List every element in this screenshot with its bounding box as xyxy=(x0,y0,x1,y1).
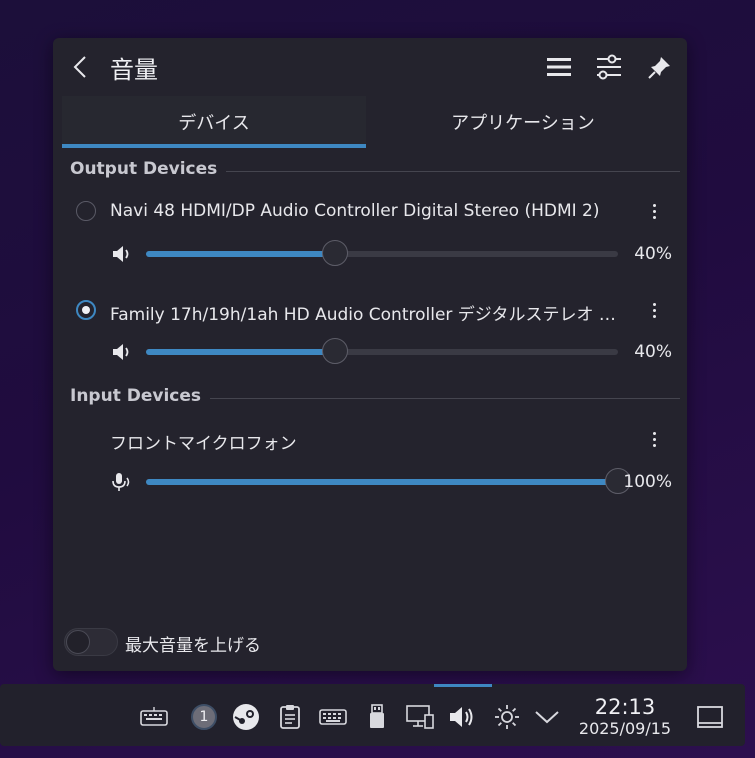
keyboard-layout-icon[interactable] xyxy=(318,702,348,732)
output-device-2-name: Family 17h/19h/1ah HD Audio Controller デ… xyxy=(110,305,620,325)
volume-popup: 音量 デバイス アプリケーション Output Devices Navi 48 … xyxy=(53,38,687,671)
expand-tray-icon[interactable] xyxy=(532,702,562,732)
hamburger-menu-icon[interactable] xyxy=(544,52,574,82)
pin-icon[interactable] xyxy=(645,52,675,82)
speaker-icon[interactable] xyxy=(111,243,133,265)
output-device-1-volume-label: 40% xyxy=(634,244,672,264)
clock-time[interactable]: 22:13 xyxy=(576,695,674,719)
output-device-2-menu-icon[interactable] xyxy=(645,299,663,321)
raise-max-volume-label: 最大音量を上げる xyxy=(125,636,261,656)
taskbar: 1 22:13 2025/09/15 xyxy=(0,684,745,746)
slider-handle[interactable] xyxy=(321,240,348,266)
input-device-1-volume-label: 100% xyxy=(623,472,672,492)
sliders-config-icon[interactable] xyxy=(594,52,624,82)
steam-icon[interactable] xyxy=(231,702,261,732)
tab-bar: デバイス アプリケーション xyxy=(62,96,680,148)
clipboard-icon[interactable] xyxy=(275,702,305,732)
tab-applications[interactable]: アプリケーション xyxy=(366,96,680,148)
output-device-1-volume-slider[interactable] xyxy=(146,240,618,266)
clock-date[interactable]: 2025/09/15 xyxy=(570,719,680,738)
back-arrow-icon[interactable] xyxy=(67,54,93,80)
output-device-2-volume-label: 40% xyxy=(634,342,672,362)
brightness-icon[interactable] xyxy=(492,702,522,732)
usb-icon[interactable] xyxy=(362,702,392,732)
keyboard-icon[interactable] xyxy=(139,702,169,732)
popup-title: 音量 xyxy=(110,56,158,84)
active-tab-indicator xyxy=(62,144,366,148)
display-config-icon[interactable] xyxy=(405,702,435,732)
tab-devices-label: デバイス xyxy=(178,113,250,134)
section-divider xyxy=(226,171,680,172)
show-desktop-icon[interactable] xyxy=(695,702,725,732)
notification-badge[interactable]: 1 xyxy=(191,704,217,730)
output-devices-heading: Output Devices xyxy=(70,159,218,179)
raise-max-volume-toggle[interactable] xyxy=(64,628,118,656)
speaker-icon[interactable] xyxy=(111,341,133,363)
tab-applications-label: アプリケーション xyxy=(451,113,595,134)
slider-fill xyxy=(146,479,618,485)
slider-handle[interactable] xyxy=(321,338,348,364)
tab-devices[interactable]: デバイス xyxy=(62,96,366,148)
input-devices-heading: Input Devices xyxy=(70,386,202,406)
input-device-1-name: フロントマイクロフォン xyxy=(110,434,297,454)
input-device-1-menu-icon[interactable] xyxy=(645,428,663,450)
output-device-1-name: Navi 48 HDMI/DP Audio Controller Digital… xyxy=(110,201,600,221)
output-device-2-volume-slider[interactable] xyxy=(146,338,618,364)
active-tray-indicator xyxy=(434,684,492,687)
popup-header: 音量 xyxy=(53,38,687,96)
volume-icon[interactable] xyxy=(448,702,478,732)
output-device-1-menu-icon[interactable] xyxy=(645,200,663,222)
microphone-icon[interactable] xyxy=(111,471,133,493)
input-device-1-volume-slider[interactable] xyxy=(146,468,631,494)
slider-fill xyxy=(146,349,335,355)
toggle-knob xyxy=(66,630,90,654)
output-device-1-radio[interactable] xyxy=(76,201,96,221)
slider-fill xyxy=(146,251,335,257)
output-device-2-radio[interactable] xyxy=(76,300,96,320)
section-divider xyxy=(210,398,680,399)
